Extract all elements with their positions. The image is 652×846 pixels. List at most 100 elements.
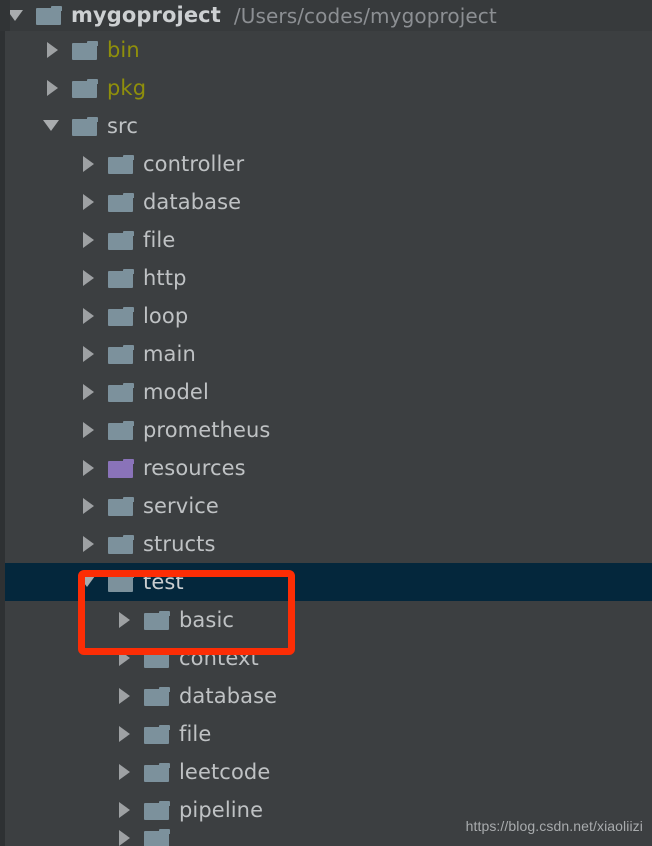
project-file-tree[interactable]: mygoproject/Users/codes/mygoproject bin pk… — [0, 0, 652, 846]
folder-icon — [108, 496, 134, 517]
expand-arrow-icon[interactable] — [112, 753, 138, 791]
folder-icon — [108, 344, 134, 365]
folder-tab — [159, 829, 170, 834]
expand-arrow-icon[interactable] — [76, 221, 102, 259]
tree-node-label: database — [179, 683, 278, 708]
tree-node-label: test — [143, 569, 184, 594]
folder-icon — [108, 230, 134, 251]
triangle-right-icon — [119, 726, 130, 742]
folder-icon — [108, 306, 134, 327]
expand-arrow-icon[interactable] — [112, 677, 138, 715]
folder-tab — [123, 496, 134, 502]
expand-arrow-icon[interactable] — [40, 69, 66, 107]
tree-node-basic[interactable]: basic — [0, 601, 652, 639]
expand-arrow-icon[interactable] — [76, 297, 102, 335]
triangle-right-icon — [83, 498, 94, 514]
tree-node-label: src — [107, 113, 138, 138]
triangle-right-icon — [83, 270, 94, 286]
triangle-right-icon — [83, 156, 94, 172]
expand-arrow-icon[interactable] — [112, 601, 138, 639]
tree-node-src[interactable]: src — [0, 107, 652, 145]
tree-node-label: prometheus — [143, 417, 271, 442]
tree-node-resources[interactable]: resources — [0, 449, 652, 487]
expand-arrow-icon[interactable] — [112, 715, 138, 753]
tree-node-label: pipeline — [179, 797, 264, 822]
tree-node-database[interactable]: database — [0, 677, 652, 715]
triangle-right-icon — [83, 308, 94, 324]
folder-icon — [144, 686, 170, 707]
expand-arrow-icon[interactable] — [112, 791, 138, 829]
tree-node-label: resources — [143, 455, 246, 480]
folder-tab — [123, 268, 134, 274]
expand-arrow-icon[interactable] — [76, 335, 102, 373]
folder-icon — [144, 610, 170, 631]
tree-node-controller[interactable]: controller — [0, 145, 652, 183]
expand-arrow-icon[interactable] — [40, 31, 66, 69]
tree-node-context[interactable]: context — [0, 639, 652, 677]
folder-tab — [123, 154, 134, 160]
tree-node-label: database — [143, 189, 242, 214]
tree-node-label: loop — [143, 303, 189, 328]
folder-tab — [159, 724, 170, 730]
tree-node-service[interactable]: service — [0, 487, 652, 525]
folder-icon-purple — [108, 458, 134, 479]
expand-arrow-icon[interactable] — [76, 525, 102, 563]
tree-node-label: structs — [143, 531, 216, 556]
triangle-right-icon — [83, 232, 94, 248]
tree-node-main[interactable]: main — [0, 335, 652, 373]
expand-arrow-icon[interactable] — [76, 145, 102, 183]
triangle-right-icon — [83, 384, 94, 400]
tree-node-file[interactable]: file — [0, 715, 652, 753]
tree-node-label: file — [143, 227, 176, 252]
project-tool-window[interactable]: mygoproject/Users/codes/mygoproject bin pk… — [0, 0, 652, 846]
tree-node-label: pkg — [107, 75, 147, 100]
folder-tab — [51, 6, 62, 11]
folder-icon — [108, 534, 134, 555]
folder-icon — [36, 5, 62, 26]
expand-arrow-icon[interactable] — [76, 411, 102, 449]
tree-node-leetcode[interactable]: leetcode — [0, 753, 652, 791]
triangle-right-icon — [83, 346, 94, 362]
folder-tab — [159, 648, 170, 654]
tree-node-test[interactable]: test — [0, 563, 652, 601]
collapse-arrow-icon[interactable] — [76, 563, 102, 601]
tree-node-bin[interactable]: bin — [0, 31, 652, 69]
expand-arrow-icon[interactable] — [76, 183, 102, 221]
expand-arrow-icon[interactable] — [76, 373, 102, 411]
expand-arrow-icon[interactable] — [76, 259, 102, 297]
tree-node-project-root[interactable]: mygoproject/Users/codes/mygoproject — [0, 0, 652, 31]
tree-node-pkg[interactable]: pkg — [0, 69, 652, 107]
expand-arrow-icon[interactable] — [76, 449, 102, 487]
folder-icon — [144, 648, 170, 669]
collapse-arrow-icon[interactable] — [40, 107, 66, 145]
folder-tab — [159, 762, 170, 768]
triangle-down-icon — [79, 576, 95, 587]
tree-node-label: leetcode — [179, 759, 271, 784]
tree-node-file[interactable]: file — [0, 221, 652, 259]
tree-node-prometheus[interactable]: prometheus — [0, 411, 652, 449]
folder-tab — [123, 192, 134, 198]
folder-icon — [72, 116, 98, 137]
folder-icon — [144, 800, 170, 821]
tree-node-structs[interactable]: structs — [0, 525, 652, 563]
triangle-right-icon — [83, 460, 94, 476]
expand-arrow-icon[interactable] — [76, 487, 102, 525]
folder-icon — [144, 829, 170, 846]
folder-icon — [108, 268, 134, 289]
folder-tab — [159, 610, 170, 616]
tree-node-http[interactable]: http — [0, 259, 652, 297]
tree-node-loop[interactable]: loop — [0, 297, 652, 335]
expand-arrow-icon[interactable] — [112, 829, 138, 846]
expand-arrow-icon[interactable] — [112, 639, 138, 677]
tree-node-database[interactable]: database — [0, 183, 652, 221]
tree-node-label: controller — [143, 151, 245, 176]
folder-tab — [123, 420, 134, 426]
folder-tab — [87, 116, 98, 122]
folder-icon — [108, 154, 134, 175]
tree-node-label: model — [143, 379, 209, 404]
tree-node-model[interactable]: model — [0, 373, 652, 411]
triangle-right-icon — [83, 422, 94, 438]
folder-icon — [108, 192, 134, 213]
tree-node-label: service — [143, 493, 219, 518]
triangle-right-icon — [119, 802, 130, 818]
